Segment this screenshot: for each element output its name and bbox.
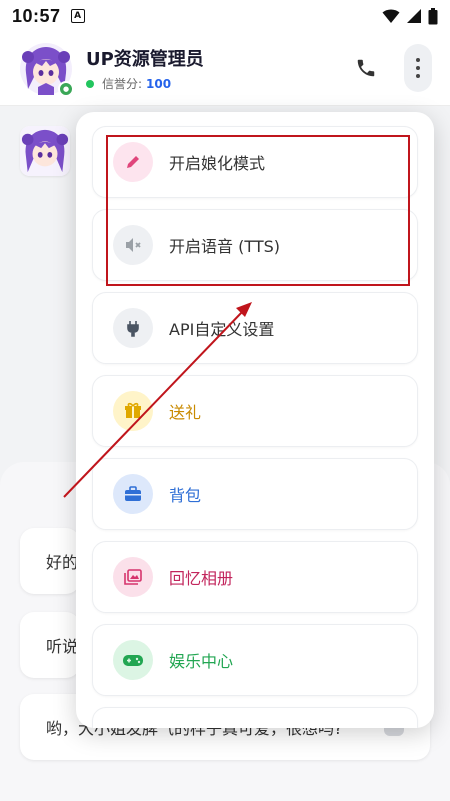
menu-item-label: 开启娘化模式 (169, 154, 266, 173)
phone-icon (357, 59, 375, 77)
credit-score: 信誉分: 100 (86, 75, 204, 92)
menu-item-label: 回忆相册 (169, 569, 234, 588)
more-dot-icon (416, 66, 420, 70)
online-status-icon (86, 79, 94, 88)
mute-icon (113, 225, 153, 265)
plug-icon (113, 308, 153, 348)
suggestion-item[interactable]: 好的 (20, 528, 80, 594)
suggestion-text: 听说 (46, 637, 79, 656)
menu-item-gift[interactable]: 送礼 (92, 375, 418, 447)
level-badge-icon: ● (58, 80, 74, 97)
status-time: 10:57 (12, 5, 61, 26)
credit-value: 100 (146, 76, 172, 91)
call-button[interactable] (348, 50, 384, 86)
avatar[interactable]: ● (20, 42, 74, 97)
menu-item-label: 送礼 (169, 403, 202, 422)
menu-item-api-settings[interactable]: API自定义设置 (92, 292, 418, 364)
menu-item-partial[interactable] (92, 707, 418, 728)
gamepad-icon (113, 640, 153, 680)
battery-icon (428, 7, 438, 24)
menu-item-entertainment[interactable]: 娱乐中心 (92, 624, 418, 696)
pencil-icon (113, 142, 153, 182)
menu-item-label: API自定义设置 (169, 320, 275, 339)
options-dropdown-menu: 开启娘化模式 开启语音 (TTS) API自定义设置 送礼 背包 回忆相册 娱乐… (76, 112, 434, 728)
more-dot-icon (416, 58, 420, 62)
album-icon (113, 557, 153, 597)
suggestion-item[interactable]: 听说 (20, 612, 80, 678)
anime-avatar-icon (20, 126, 70, 176)
chat-header: ● UP资源管理员 信誉分: 100 (0, 32, 450, 106)
notification-a-icon: A (70, 9, 85, 23)
credit-label: 信誉分: (102, 77, 143, 91)
status-bar: 10:57 A (0, 0, 450, 32)
menu-item-moe-mode[interactable]: 开启娘化模式 (92, 126, 418, 198)
menu-item-label: 开启语音 (TTS) (169, 237, 280, 256)
menu-item-tts[interactable]: 开启语音 (TTS) (92, 209, 418, 281)
menu-item-label: 背包 (169, 486, 202, 505)
gift-icon (113, 391, 153, 431)
more-dot-icon (416, 74, 420, 78)
menu-item-memory-album[interactable]: 回忆相册 (92, 541, 418, 613)
suggestion-text: 好的 (46, 553, 79, 572)
page-title: UP资源管理员 (86, 49, 204, 70)
more-options-button[interactable] (404, 44, 432, 92)
message-avatar[interactable] (20, 126, 70, 176)
menu-item-label: 娱乐中心 (169, 652, 234, 671)
briefcase-icon (113, 474, 153, 514)
menu-item-backpack[interactable]: 背包 (92, 458, 418, 530)
wifi-icon (382, 9, 400, 23)
signal-icon (407, 9, 421, 23)
